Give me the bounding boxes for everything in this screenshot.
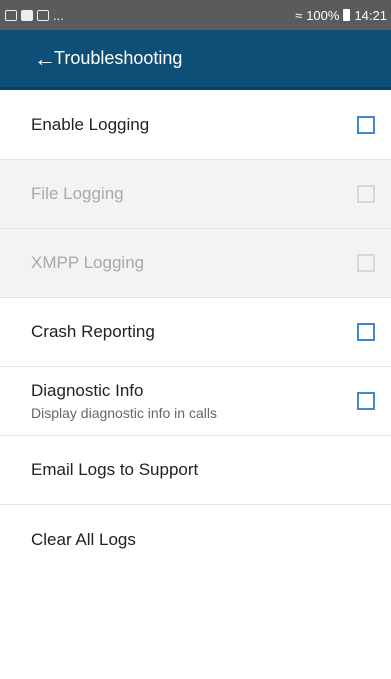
notification-icons: ... bbox=[5, 8, 64, 23]
setting-label: Enable Logging bbox=[31, 115, 150, 134]
system-indicators: ≈ 100% 14:21 bbox=[295, 8, 387, 23]
app-bar: ← Troubleshooting bbox=[0, 30, 391, 90]
crash-reporting-checkbox[interactable] bbox=[357, 323, 375, 341]
setting-text-group: Diagnostic Info Display diagnostic info … bbox=[31, 381, 217, 421]
action-label: Clear All Logs bbox=[31, 529, 136, 549]
setting-diagnostic-info[interactable]: Diagnostic Info Display diagnostic info … bbox=[0, 367, 391, 436]
gallery-icon bbox=[37, 9, 49, 21]
clock: 14:21 bbox=[354, 7, 387, 23]
back-arrow-icon[interactable]: ← bbox=[0, 47, 56, 70]
setting-label: Crash Reporting bbox=[31, 322, 155, 341]
setting-label: Diagnostic Info bbox=[31, 381, 144, 400]
battery-text: 100% bbox=[306, 7, 340, 23]
setting-xmpp-logging: XMPP Logging bbox=[0, 229, 391, 298]
settings-list: Enable Logging File Logging XMPP Logging… bbox=[0, 91, 391, 574]
setting-label: XMPP Logging bbox=[31, 253, 145, 272]
file-logging-checkbox bbox=[357, 185, 375, 203]
mail-icon bbox=[21, 9, 33, 21]
page-title: Troubleshooting bbox=[54, 48, 183, 68]
action-label: Email Logs to Support bbox=[31, 460, 199, 479]
diagnostic-info-checkbox[interactable] bbox=[357, 392, 375, 410]
setting-description: Display diagnostic info in calls bbox=[31, 405, 217, 421]
xmpp-logging-checkbox bbox=[357, 254, 375, 272]
email-logs-action[interactable]: Email Logs to Support bbox=[0, 436, 391, 505]
setting-file-logging: File Logging bbox=[0, 160, 391, 229]
enable-logging-checkbox[interactable] bbox=[357, 116, 375, 134]
setting-enable-logging[interactable]: Enable Logging bbox=[0, 91, 391, 160]
battery-icon bbox=[343, 9, 351, 21]
clear-logs-action[interactable]: Clear All Logs bbox=[0, 505, 391, 574]
image-icon bbox=[5, 9, 17, 21]
status-bar: ... ≈ 100% 14:21 bbox=[0, 0, 391, 30]
setting-label: File Logging bbox=[31, 184, 124, 203]
setting-crash-reporting[interactable]: Crash Reporting bbox=[0, 298, 391, 367]
more-notifications-text: ... bbox=[53, 7, 64, 23]
wifi-signal-icon: ≈ bbox=[295, 7, 303, 23]
